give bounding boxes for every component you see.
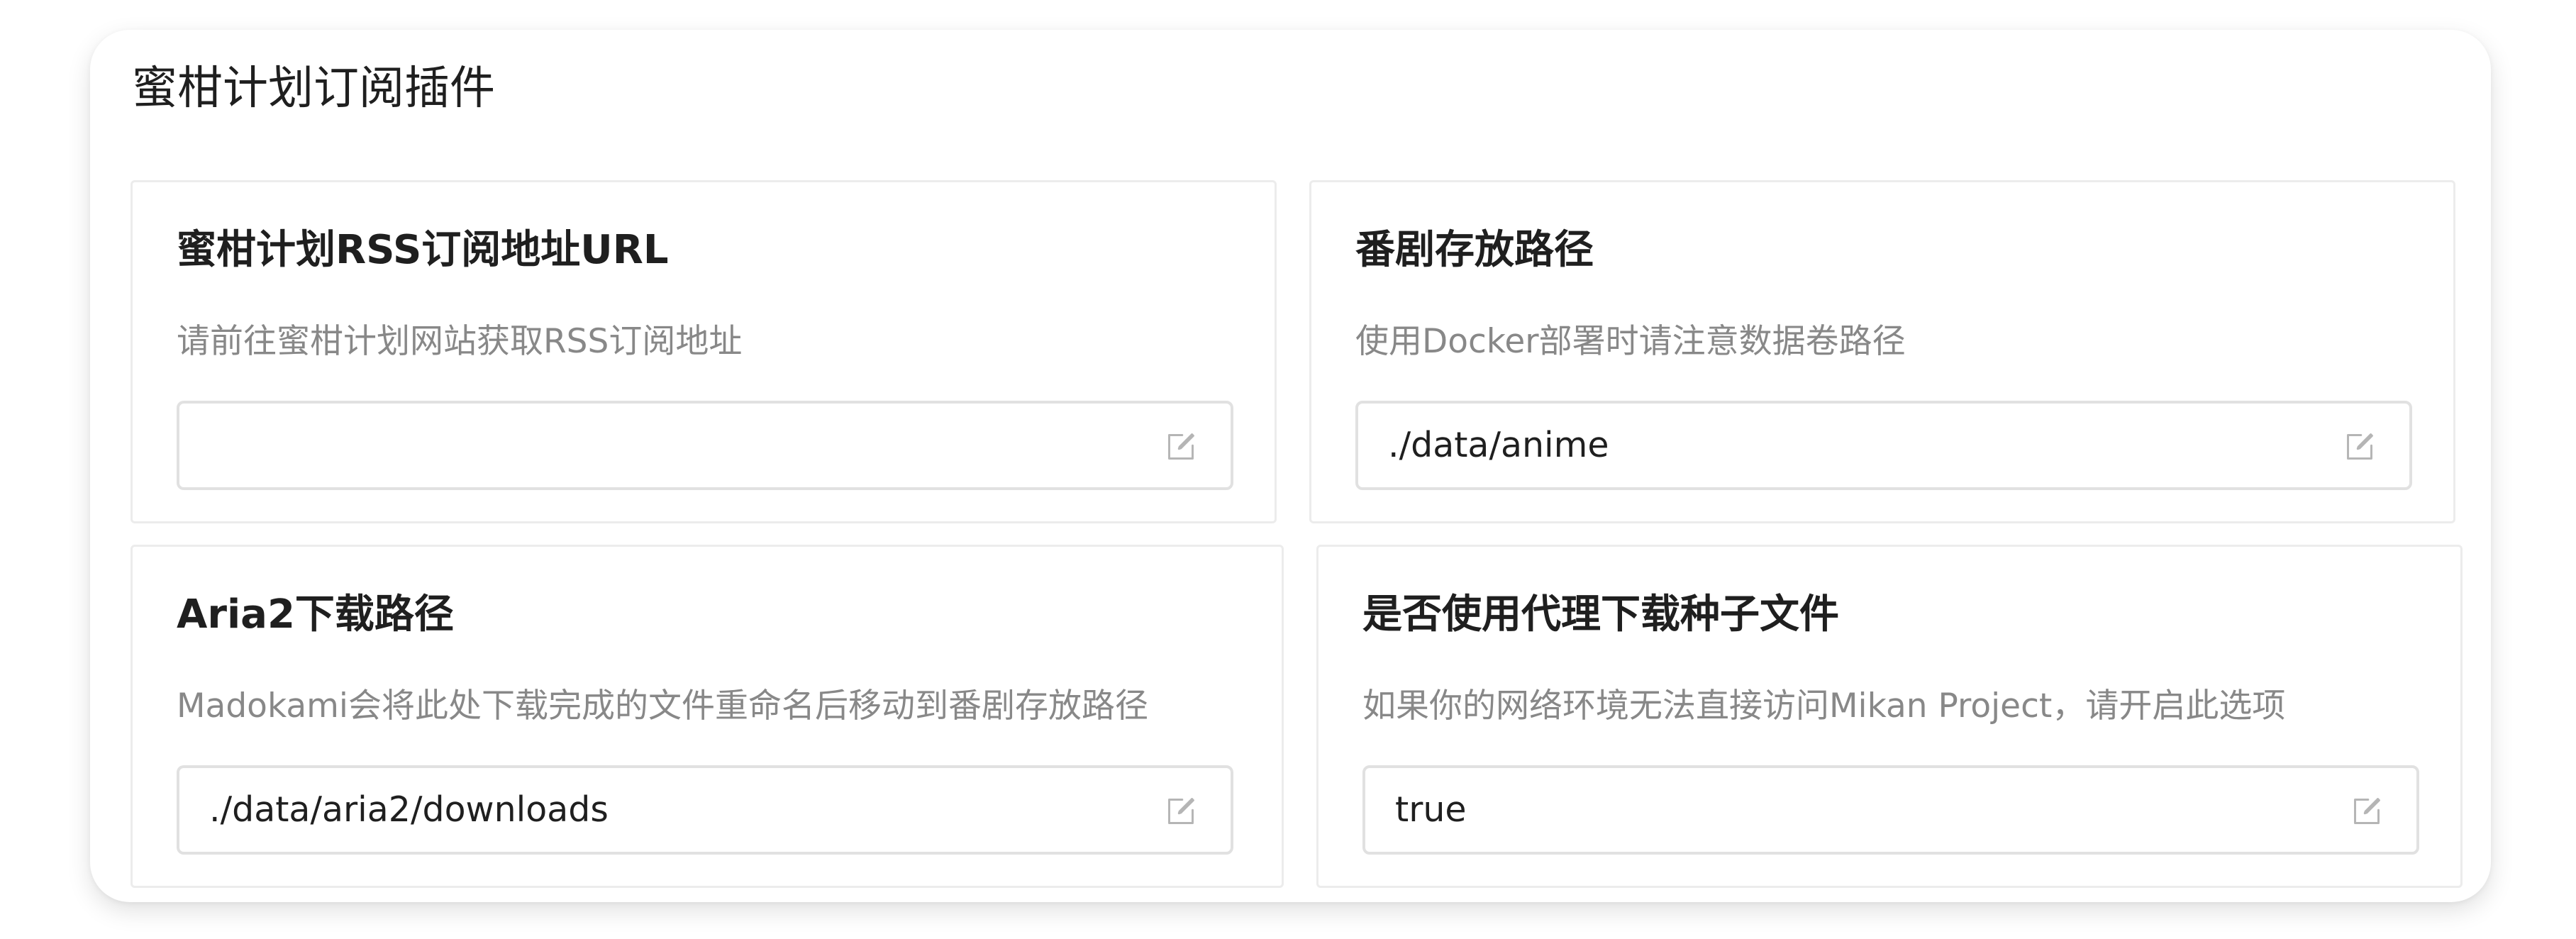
setting-title: 番剧存放路径 <box>1355 227 1594 273</box>
rss-url-field[interactable] <box>177 401 1233 490</box>
field-value: ./data/anime <box>1388 425 1609 465</box>
setting-title: Aria2下载路径 <box>177 591 454 638</box>
anime-path-field[interactable]: ./data/anime <box>1355 401 2412 490</box>
setting-card-aria2-path: Aria2下载路径 Madokami会将此处下载完成的文件重命名后移动到番剧存放… <box>131 545 1284 888</box>
edit-icon[interactable] <box>1165 796 1197 827</box>
setting-description: 使用Docker部署时请注意数据卷路径 <box>1355 322 1906 361</box>
aria2-path-field[interactable]: ./data/aria2/downloads <box>177 765 1233 855</box>
setting-title: 蜜柑计划RSS订阅地址URL <box>177 227 669 273</box>
setting-description: 如果你的网络环境无法直接访问Mikan Project，请开启此选项 <box>1362 687 2286 726</box>
field-value: ./data/aria2/downloads <box>209 789 609 830</box>
panel-title: 蜜柑计划订阅插件 <box>132 62 495 115</box>
setting-card-anime-path: 番剧存放路径 使用Docker部署时请注意数据卷路径 ./data/anime <box>1309 180 2455 523</box>
setting-title: 是否使用代理下载种子文件 <box>1362 591 1839 638</box>
setting-description: 请前往蜜柑计划网站获取RSS订阅地址 <box>177 322 743 361</box>
setting-card-proxy: 是否使用代理下载种子文件 如果你的网络环境无法直接访问Mikan Project… <box>1316 545 2463 888</box>
proxy-field[interactable]: true <box>1362 765 2419 855</box>
edit-icon[interactable] <box>2351 796 2382 827</box>
setting-description: Madokami会将此处下载完成的文件重命名后移动到番剧存放路径 <box>177 687 1148 726</box>
field-value: true <box>1395 789 1467 830</box>
setting-card-rss-url: 蜜柑计划RSS订阅地址URL 请前往蜜柑计划网站获取RSS订阅地址 <box>131 180 1277 523</box>
edit-icon[interactable] <box>2344 431 2375 462</box>
edit-icon[interactable] <box>1165 431 1197 462</box>
